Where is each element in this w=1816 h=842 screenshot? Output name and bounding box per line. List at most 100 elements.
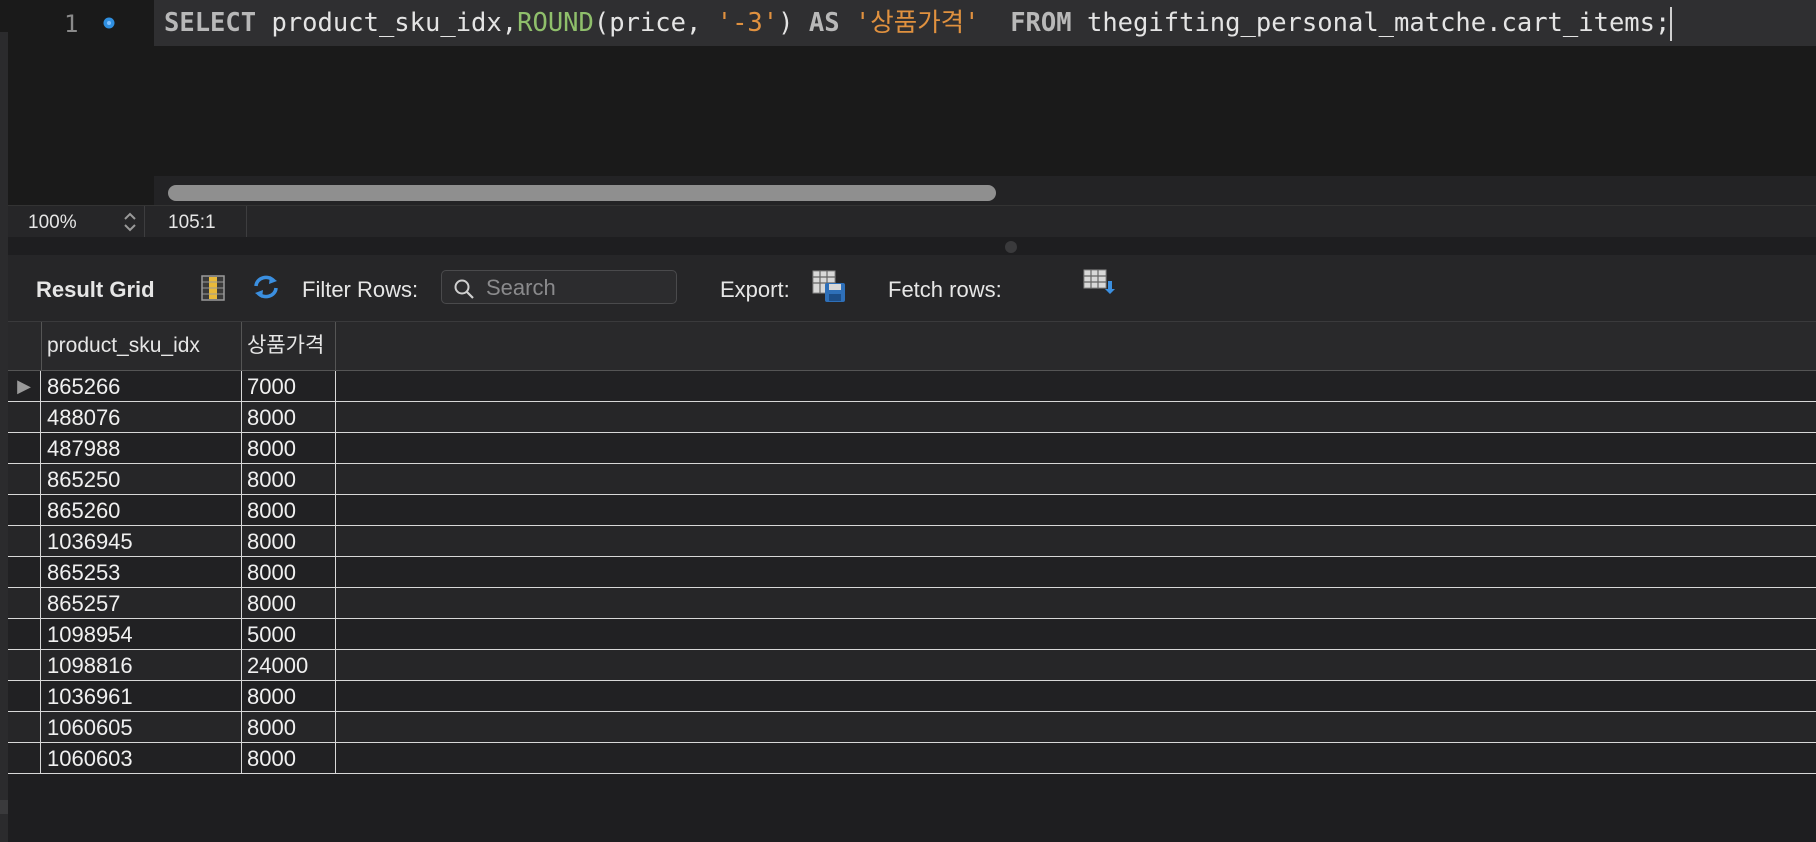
table-row[interactable]: 1060605 8000 — [8, 712, 1816, 743]
code-token: (price, — [593, 8, 717, 38]
horizontal-scrollbar[interactable] — [154, 176, 1816, 205]
row-indicator[interactable] — [8, 650, 41, 680]
row-indicator[interactable] — [8, 526, 41, 556]
row-indicator[interactable] — [8, 495, 41, 525]
table-row[interactable]: 865250 8000 — [8, 464, 1816, 495]
filter-search-input[interactable] — [484, 274, 672, 302]
column-header-product-sku-idx[interactable]: product_sku_idx — [42, 322, 242, 370]
code-token: ) — [778, 8, 809, 38]
search-icon — [454, 279, 474, 299]
cell-price[interactable]: 24000 — [242, 650, 336, 680]
row-indicator[interactable] — [8, 712, 41, 742]
cell-product-sku-idx[interactable]: 1060603 — [42, 743, 242, 773]
cell-price[interactable]: 8000 — [242, 433, 336, 463]
cell-product-sku-idx[interactable]: 1036961 — [42, 681, 242, 711]
keyword-as: AS — [808, 8, 840, 38]
filter-rows-label: Filter Rows: — [302, 277, 419, 302]
cell-product-sku-idx[interactable]: 865250 — [42, 464, 242, 494]
cell-product-sku-idx[interactable]: 487988 — [42, 433, 242, 463]
cell-price[interactable]: 8000 — [242, 743, 336, 773]
table-row[interactable]: ▶ 865266 7000 — [8, 371, 1816, 402]
line-number: 1 — [64, 10, 79, 38]
table-row[interactable]: 1098954 5000 — [8, 619, 1816, 650]
row-indicator[interactable] — [8, 433, 41, 463]
cell-product-sku-idx[interactable]: 488076 — [42, 402, 242, 432]
code-token: thegifting_personal_matche.cart_items; — [1071, 8, 1671, 38]
cell-price[interactable]: 8000 — [242, 464, 336, 494]
table-row[interactable]: 865260 8000 — [8, 495, 1816, 526]
row-indicator[interactable] — [8, 619, 41, 649]
table-row[interactable]: 488076 8000 — [8, 402, 1816, 433]
row-indicator[interactable] — [8, 681, 41, 711]
cell-price[interactable]: 8000 — [242, 557, 336, 587]
grid-header-row: product_sku_idx 상품가격 — [8, 322, 1816, 371]
window-edge-top — [0, 0, 8, 32]
editor-gutter: 1 — [8, 0, 154, 205]
text-cursor — [1670, 7, 1673, 41]
cell-price[interactable]: 8000 — [242, 588, 336, 618]
cell-price[interactable]: 8000 — [242, 712, 336, 742]
refresh-icon[interactable] — [250, 272, 282, 302]
cell-product-sku-idx[interactable]: 1036945 — [42, 526, 242, 556]
table-row[interactable]: 1098816 24000 — [8, 650, 1816, 681]
status-divider — [144, 206, 145, 238]
code-line-1[interactable]: SELECT product_sku_idx,ROUND(price, '-3'… — [154, 0, 1816, 46]
string-alias: '상품가격' — [854, 8, 980, 38]
code-token: product_sku_idx, — [256, 8, 518, 38]
zoom-level[interactable]: 100% — [28, 212, 77, 234]
cell-price[interactable]: 5000 — [242, 619, 336, 649]
cursor-position: 105:1 — [168, 212, 216, 233]
scrollbar-thumb[interactable] — [168, 185, 996, 201]
table-row[interactable]: 865253 8000 — [8, 557, 1816, 588]
table-row[interactable]: 1060603 8000 — [8, 743, 1816, 774]
cell-price[interactable]: 7000 — [242, 371, 336, 401]
cell-product-sku-idx[interactable]: 1098954 — [42, 619, 242, 649]
row-indicator[interactable] — [8, 557, 41, 587]
window-edge — [0, 0, 8, 842]
grid-view-icon[interactable] — [200, 274, 226, 302]
fetch-rows-label: Fetch rows: — [888, 277, 1002, 302]
cell-product-sku-idx[interactable]: 865266 — [42, 371, 242, 401]
row-indicator[interactable] — [8, 402, 41, 432]
cell-price[interactable]: 8000 — [242, 495, 336, 525]
keyword-select: SELECT — [164, 8, 257, 38]
cell-product-sku-idx[interactable]: 1060605 — [42, 712, 242, 742]
table-row[interactable]: 487988 8000 — [8, 433, 1816, 464]
row-indicator[interactable] — [8, 464, 41, 494]
result-grid[interactable]: product_sku_idx 상품가격 ▶ 865266 7000 488076 80… — [8, 322, 1816, 842]
row-indicator[interactable]: ▶ — [8, 371, 41, 401]
status-divider — [246, 206, 247, 238]
fetch-rows-icon[interactable] — [1082, 268, 1116, 296]
window-edge-marker — [0, 800, 8, 814]
zoom-stepper-icon[interactable] — [120, 209, 140, 235]
row-indicator[interactable] — [8, 588, 41, 618]
table-row[interactable]: 1036945 8000 — [8, 526, 1816, 557]
function-round: ROUND — [517, 8, 594, 38]
editor-status-bar: 100% 105:1 — [8, 205, 1816, 238]
cell-price[interactable]: 8000 — [242, 681, 336, 711]
keyword-from: FROM — [1010, 8, 1072, 38]
cell-product-sku-idx[interactable]: 865260 — [42, 495, 242, 525]
row-indicator-header — [8, 322, 42, 370]
column-header-price[interactable]: 상품가격 — [242, 322, 336, 370]
table-row[interactable]: 865257 8000 — [8, 588, 1816, 619]
cell-price[interactable]: 8000 — [242, 526, 336, 556]
sql-editor[interactable]: 1 SELECT product_sku_idx,ROUND(price, '-… — [8, 0, 1816, 205]
row-indicator[interactable] — [8, 743, 41, 773]
export-label: Export: — [720, 277, 790, 302]
export-icon[interactable] — [811, 269, 847, 303]
cell-product-sku-idx[interactable]: 865253 — [42, 557, 242, 587]
cell-product-sku-idx[interactable]: 865257 — [42, 588, 242, 618]
string-literal: '-3' — [716, 8, 779, 38]
result-grid-label[interactable]: Result Grid — [36, 277, 155, 303]
filter-search-box[interactable] — [441, 270, 677, 304]
panel-splitter[interactable] — [8, 237, 1816, 255]
statement-marker-icon[interactable] — [102, 16, 116, 30]
splitter-handle[interactable] — [1005, 241, 1017, 253]
result-toolbar: Result Grid Filter Rows: Export: Fetch r… — [8, 255, 1816, 322]
cell-product-sku-idx[interactable]: 1098816 — [42, 650, 242, 680]
cell-price[interactable]: 8000 — [242, 402, 336, 432]
table-row[interactable]: 1036961 8000 — [8, 681, 1816, 712]
